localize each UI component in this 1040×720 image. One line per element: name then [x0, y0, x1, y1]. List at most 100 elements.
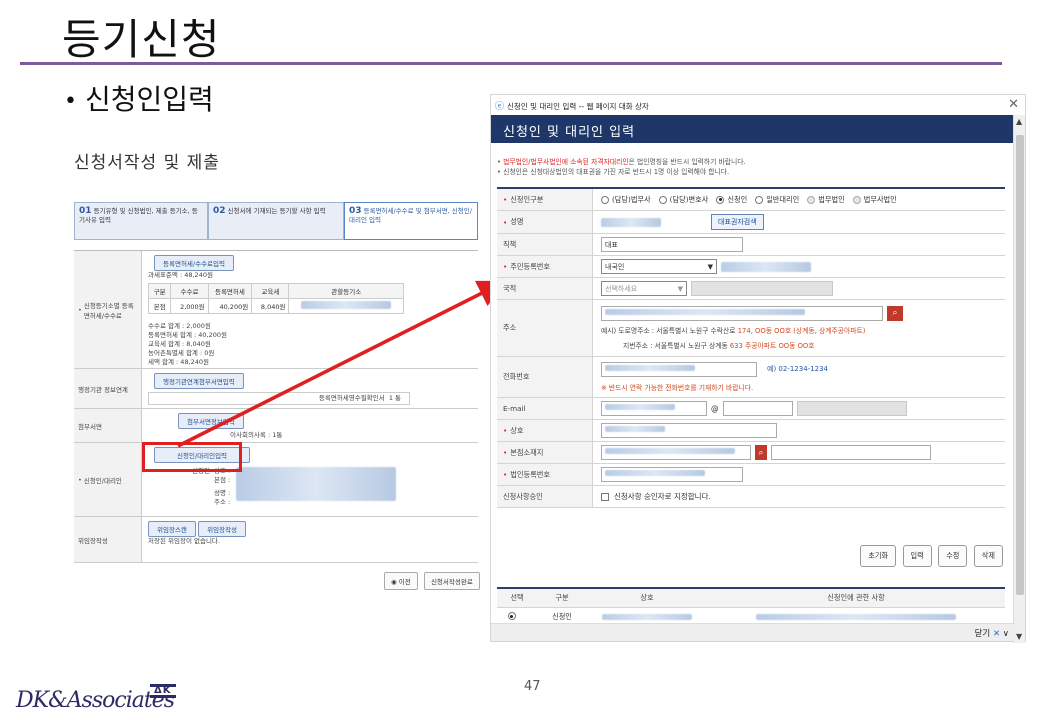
fee-row-label: • 신청등기소별 등록면허세/수수료 — [74, 251, 142, 368]
row-name: • 성명 대표권자검색 — [497, 211, 1005, 234]
row-position: 직책 대표 — [497, 234, 1005, 256]
fee-summary-line: 등록면허세 합계 : 40,200원 — [148, 331, 227, 339]
prev-button[interactable]: ◉ 이전 — [384, 572, 418, 590]
dialog-close-button[interactable]: 닫기 ✕ ∨ — [975, 627, 1009, 639]
address-jibun-example: 지번주소 : 서울특별시 노원구 상계동 633 주공아파트 OO동 OO호 — [623, 341, 815, 350]
row-address: 주소 ⌕ 예시) 도로명주소 : 서울특별시 노원구 수락산로 174, OO동… — [497, 300, 1005, 357]
position-input[interactable]: 대표 — [601, 237, 743, 252]
label-id-number: 주민등록번호 — [510, 261, 550, 271]
row-select-radio[interactable] — [507, 612, 519, 620]
applicant-form: • 신청인구분 (담당)법무사 (담당)변호사 신청인 일반대리인 법무법인 법무… — [497, 187, 1005, 508]
head-office-search-icon[interactable]: ⌕ — [755, 445, 767, 460]
email-domain-input[interactable] — [722, 401, 793, 416]
applicant-type: 신청인 — [192, 467, 210, 475]
label-address: 주소 — [497, 300, 593, 356]
radio-applicant[interactable]: 신청인 — [716, 195, 747, 205]
scrollbar[interactable]: ▲ ▼ — [1013, 115, 1025, 643]
redacted-id-number — [721, 261, 811, 272]
scroll-thumb[interactable] — [1016, 135, 1024, 595]
phone-input[interactable] — [601, 361, 757, 377]
fee-cell-edu-tax: 8,040원 — [251, 298, 290, 314]
search-representative-button[interactable]: 대표권자검색 — [711, 214, 764, 230]
dialog-header: 신청인 및 대리인 입력 — [491, 115, 1015, 143]
radio-general-agent[interactable]: 일반대리인 — [755, 195, 799, 205]
bullet-text: 신청인입력 — [84, 83, 214, 116]
gov-attach-button[interactable]: 행정기관연계첨부서면입력 — [154, 373, 244, 389]
list-th-company: 상호 — [587, 588, 707, 608]
address-search-icon[interactable]: ⌕ — [887, 305, 903, 321]
fee-cell-fee: 2,000원 — [170, 298, 209, 314]
complete-button[interactable]: 신청서작성완료 — [423, 572, 480, 590]
applicant-address-label: 주소 : — [214, 498, 231, 506]
chevron-down-icon: ∨ — [1002, 629, 1009, 639]
chevron-down-icon: ▼ — [707, 262, 713, 271]
email-id-input[interactable] — [601, 401, 707, 416]
logo-mark-icon: ΔK — [150, 684, 176, 698]
page-number: 47 — [524, 679, 541, 694]
radio-circle — [755, 195, 764, 204]
fee-row: • 신청등기소별 등록면허세/수수료 등록면허세/수수료입력 과세표준액 : 48… — [74, 251, 478, 369]
step-1[interactable]: 01 등기유형 및 신청법인, 제출 등기소, 등기사유 입력 — [74, 202, 208, 240]
step-2[interactable]: 02 신청서에 기재되는 등기할 사항 입력 — [208, 202, 344, 240]
email-domain-select[interactable] — [796, 401, 907, 416]
scroll-down-icon[interactable]: ▼ — [1016, 632, 1022, 641]
delegation-scan-button[interactable]: 위임장스캔 — [148, 521, 196, 537]
radio-notary-firm: 법무사법인 — [852, 195, 897, 205]
company-logo: DK&Associates ΔK — [16, 684, 206, 718]
gov-attach-count: 1 통 — [388, 394, 401, 402]
close-icon[interactable]: ✕ — [1008, 97, 1019, 112]
radio-lawyer-notary[interactable]: (담당)법무사 — [601, 195, 651, 205]
label-head-office: 본점소재지 — [510, 447, 544, 457]
submit-button[interactable]: 입력 — [902, 545, 932, 567]
fee-summary-line: 수수료 합계 : 2,000원 — [148, 322, 211, 330]
label-company: 상호 — [510, 425, 524, 435]
application-table: • 신청등기소별 등록면허세/수수료 등록면허세/수수료입력 과세표준액 : 48… — [74, 250, 478, 563]
corp-number-input[interactable] — [601, 467, 743, 482]
step-1-label: 등기유형 및 신청법인, 제출 등기소, 등기사유 입력 — [79, 207, 198, 224]
row-applicant-type: • 신청인구분 (담당)법무사 (담당)변호사 신청인 일반대리인 법무법인 법무… — [497, 189, 1005, 211]
radio-circle-checked — [716, 195, 725, 204]
list-th-details: 신청인에 관한 사항 — [707, 588, 1005, 608]
browser-icon: ⓔ — [495, 102, 505, 112]
dialog-actions: 초기화 입력 수정 삭제 — [856, 545, 1003, 567]
head-office-input[interactable] — [601, 445, 751, 460]
fee-cell-type: 본점 — [147, 298, 172, 314]
approval-checkbox-label: 신청사항 승인자로 지정합니다. — [614, 492, 711, 501]
delete-button[interactable]: 삭제 — [973, 545, 1003, 567]
radio-circle-disabled — [852, 195, 861, 204]
fee-input-button[interactable]: 등록면허세/수수료입력 — [154, 255, 234, 271]
delegation-write-button[interactable]: 위임장작성 — [198, 521, 247, 537]
row-corp-number: • 법인등록번호 — [497, 464, 1005, 486]
phone-example: 예) 02-1234-1234 — [767, 365, 828, 374]
nationality-text-input[interactable] — [691, 281, 833, 296]
radio-attorney[interactable]: (담당)변호사 — [658, 195, 708, 205]
gov-attach-doc: 등록면허세영수필확인서 — [318, 394, 385, 402]
step-3-current[interactable]: 03 등록면허세/수수료 및 첨부서면, 신청인/대리인 입력 — [344, 202, 478, 240]
approval-checkbox[interactable] — [601, 492, 609, 501]
company-input[interactable] — [601, 423, 777, 438]
fee-summary: 수수료 합계 : 2,000원 등록면허세 합계 : 40,200원 교육세 합… — [148, 322, 472, 367]
reset-button[interactable]: 초기화 — [860, 545, 897, 567]
step-2-number: 02 — [213, 206, 226, 216]
required-mark: • — [503, 470, 508, 479]
address-input[interactable] — [601, 305, 883, 321]
attach-input-button[interactable]: 첨부서면정보입력 — [178, 413, 244, 429]
edit-button[interactable]: 수정 — [938, 545, 968, 567]
form-heading: 신청서작성 및 제출 — [74, 153, 220, 173]
label-email: E-mail — [497, 398, 593, 419]
step-3-number: 03 — [349, 206, 362, 216]
row-approval: 신청사항승인 신청사항 승인자로 지정합니다. — [497, 486, 1005, 508]
label-phone: 전화번호 — [497, 357, 593, 397]
scroll-up-icon[interactable]: ▲ — [1016, 117, 1022, 126]
nationality-type-select[interactable]: 내국인 ▼ — [601, 259, 717, 274]
delegation-status: 저장된 위임장이 없습니다. — [148, 537, 220, 545]
radio-law-firm: 법무법인 — [807, 195, 845, 205]
address-example: 예시) 도로명주소 : 서울특별시 노원구 수락산로 174, OO동 OO호 … — [601, 326, 866, 335]
step-3-label: 등록면허세/수수료 및 첨부서면, 신청인/대리인 입력 — [349, 207, 472, 224]
bullet-item: • 신청인입력 — [64, 78, 214, 118]
attachment-row: 첨부서면 첨부서면정보입력 이사회의사록 : 1통 — [74, 409, 478, 443]
required-mark: • — [503, 195, 508, 204]
head-office-detail-input[interactable] — [771, 445, 931, 460]
applicant-row: • 신청인/대리인 신청인/대리인입력 신청인 상호 : 본점 : 성명 : 주소… — [74, 443, 478, 517]
nationality-select[interactable]: 선택하세요 ▼ — [601, 281, 687, 296]
